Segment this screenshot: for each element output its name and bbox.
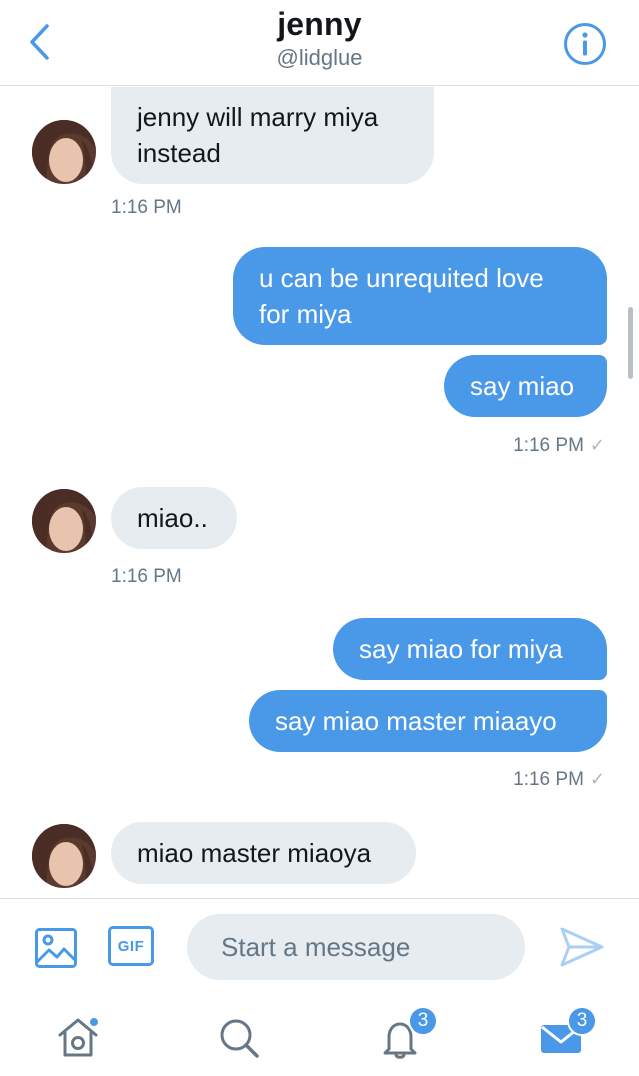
conversation-handle: @lidglue [276, 45, 363, 70]
tab-notifications[interactable]: 3 [370, 1006, 438, 1068]
add-photo-button[interactable] [34, 926, 78, 970]
outgoing-message-bubble[interactable]: say miao for miya [333, 618, 607, 680]
avatar-photo [32, 489, 96, 553]
tab-search[interactable] [209, 1008, 269, 1068]
message-text-line: instead [137, 138, 221, 168]
outgoing-message-bubble[interactable]: say miao [444, 355, 607, 417]
gif-label: GIF [117, 937, 145, 955]
notifications-badge: 3 [408, 1006, 438, 1036]
scrollbar-thumb[interactable] [628, 307, 633, 379]
incoming-message-bubble[interactable]: miao master miaoya [111, 822, 416, 884]
conversation-title-block: jenny @lidglue [0, 6, 639, 71]
info-icon [564, 23, 606, 65]
message-timestamp: 1:16 PM [111, 566, 182, 587]
message-time-text: 1:16 PM [513, 769, 584, 790]
message-timestamp: 1:16 PM ✓ [513, 435, 605, 457]
message-text-line: miao master miaoya [137, 838, 372, 868]
outgoing-message-bubble[interactable]: u can be unrequited love for miya [233, 247, 607, 345]
search-icon [220, 1019, 259, 1058]
tab-home[interactable] [48, 1008, 108, 1068]
message-text-line: say miao master miaayo [275, 706, 557, 736]
send-button[interactable] [556, 921, 608, 973]
message-text-line: say miao [470, 371, 575, 401]
gif-button[interactable]: GIF [108, 926, 154, 966]
info-button[interactable] [563, 22, 607, 66]
outgoing-message-bubble[interactable]: say miao master miaayo [249, 690, 607, 752]
read-check-icon: ✓ [589, 769, 605, 789]
message-text-line: u can be unrequited love [259, 263, 544, 293]
avatar-photo [32, 824, 96, 888]
avatar[interactable] [32, 824, 96, 888]
incoming-message-bubble[interactable]: jenny will marry miya instead [111, 87, 434, 184]
read-check-icon: ✓ [589, 435, 605, 455]
conversation-title: jenny [277, 6, 362, 42]
avatar[interactable] [32, 489, 96, 553]
image-icon [35, 928, 77, 968]
message-timestamp: 1:16 PM ✓ [513, 769, 605, 791]
message-input[interactable] [187, 914, 525, 980]
incoming-message-bubble[interactable]: miao.. [111, 487, 237, 549]
avatar[interactable] [32, 120, 96, 184]
messages-badge: 3 [567, 1006, 597, 1036]
message-timestamp: 1:16 PM [111, 197, 182, 218]
message-text-line: say miao for miya [359, 634, 563, 664]
conversation-header: jenny @lidglue [0, 0, 639, 86]
message-text-line: jenny will marry miya [137, 102, 379, 132]
send-icon [560, 927, 604, 967]
message-composer: GIF [0, 898, 639, 996]
avatar-photo [32, 120, 96, 184]
home-unread-dot [88, 1016, 100, 1028]
message-text-line: miao.. [137, 503, 208, 533]
bottom-tab-bar: 3 3 [0, 996, 639, 1076]
message-list[interactable]: jenny will marry miya instead 1:16 PM u … [0, 87, 639, 898]
message-time-text: 1:16 PM [513, 435, 584, 456]
tab-messages[interactable]: 3 [531, 1006, 597, 1068]
message-text-line: for miya [259, 299, 352, 329]
